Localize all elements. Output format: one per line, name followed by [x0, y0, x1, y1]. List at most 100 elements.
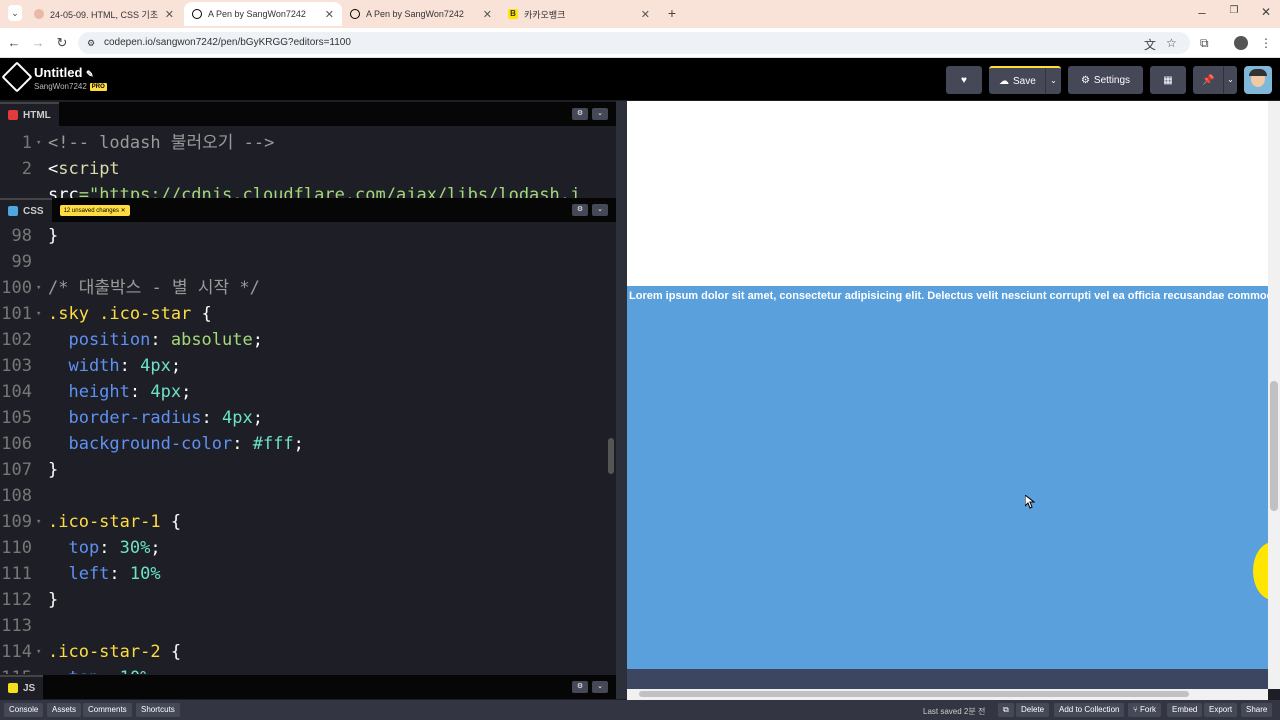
pane-resize-handle[interactable]: [616, 101, 627, 699]
unsaved-changes-badge[interactable]: 12 unsaved changes ✕: [59, 204, 130, 216]
profile-icon[interactable]: [1234, 36, 1248, 50]
pin-button[interactable]: 📌 ⌄: [1193, 66, 1237, 94]
code-line[interactable]: 106 background-color: #fff;: [0, 431, 616, 457]
heart-button[interactable]: ♥: [946, 66, 982, 94]
code-line[interactable]: 99: [0, 249, 616, 275]
tab-search-icon[interactable]: ⌄: [8, 5, 22, 21]
css-editor-scrollbar[interactable]: [608, 438, 614, 474]
code-line[interactable]: 102 position: absolute;: [0, 327, 616, 353]
preview-vertical-scrollbar[interactable]: [1268, 101, 1280, 689]
save-button[interactable]: ☁ Save ⌄: [989, 66, 1061, 94]
save-dropdown-chevron-icon[interactable]: ⌄: [1045, 68, 1061, 94]
code-token: ;: [252, 330, 263, 350]
fold-arrow-icon[interactable]: ▾: [36, 130, 48, 156]
url-input[interactable]: ⚙ codepen.io/sangwon7242/pen/bGyKRGG?edi…: [78, 32, 1190, 54]
new-tab-icon[interactable]: +: [664, 5, 680, 21]
pen-title[interactable]: Untitled ✎: [34, 65, 94, 80]
code-token: 30%: [119, 538, 151, 558]
editor-collapse-icon[interactable]: ⌄: [592, 204, 608, 216]
code-token: :: [232, 434, 253, 454]
close-icon[interactable]: ✕: [165, 8, 174, 21]
extensions-icon[interactable]: ⧉: [1200, 36, 1209, 51]
bookmark-star-icon[interactable]: ☆: [1166, 36, 1177, 50]
embed-button[interactable]: Embed: [1167, 703, 1203, 717]
editor-collapse-icon[interactable]: ⌄: [592, 108, 608, 120]
css-editor-tab[interactable]: CSS: [0, 198, 52, 222]
code-line[interactable]: 1 ▾ <!-- lodash 불러오기 -->: [0, 130, 616, 156]
close-icon[interactable]: ✕: [325, 8, 334, 21]
fold-arrow-icon[interactable]: ▾: [36, 301, 48, 327]
editor-settings-icon[interactable]: ⚙: [572, 204, 588, 216]
window-close-icon[interactable]: ✕: [1258, 5, 1274, 19]
code-line[interactable]: src="https://cdnjs.cloudflare.com/ajax/l…: [0, 182, 616, 198]
scroll-thumb[interactable]: [1270, 381, 1278, 511]
restore-icon[interactable]: ❐: [1226, 5, 1242, 16]
export-button[interactable]: Export: [1204, 703, 1238, 717]
code-token: position: [48, 330, 151, 350]
fold-arrow-icon[interactable]: ▾: [36, 509, 48, 535]
css-code-area[interactable]: 98} 99 100 ▾/* 대출박스 - 별 시작 */101 ▾ .sky .ico-…: [0, 222, 616, 674]
address-bar: ← → ↻ ⚙ codepen.io/sangwon7242/pen/bGyKR…: [0, 28, 1280, 58]
html-editor-tab[interactable]: HTML: [0, 102, 59, 126]
back-icon[interactable]: ←: [6, 35, 22, 50]
preview-pane[interactable]: Lorem ipsum dolor sit amet, consectetur …: [627, 101, 1268, 689]
js-editor-tab[interactable]: JS: [0, 675, 44, 699]
code-line[interactable]: 110 top: 30%;: [0, 535, 616, 561]
pen-owner[interactable]: SangWon7242 PRO: [34, 82, 107, 91]
code-line[interactable]: 105 border-radius: 4px;: [0, 405, 616, 431]
code-line[interactable]: 109 ▾ .ico-star-1 {: [0, 509, 616, 535]
code-line[interactable]: 104 height: 4px;: [0, 379, 616, 405]
share-button[interactable]: Share: [1241, 703, 1273, 717]
code-line[interactable]: 107}: [0, 457, 616, 483]
assets-button[interactable]: Assets: [47, 703, 82, 717]
editor-settings-icon[interactable]: ⚙: [572, 108, 588, 120]
browser-tab-4[interactable]: B 카카오뱅크 ✕: [500, 2, 658, 26]
avatar[interactable]: [1244, 66, 1272, 94]
code-line[interactable]: 103 width: 4px;: [0, 353, 616, 379]
layout-button[interactable]: ▦: [1150, 66, 1186, 94]
preview-horizontal-scrollbar[interactable]: [627, 689, 1268, 700]
code-line[interactable]: 114 ▾ .ico-star-2 {: [0, 639, 616, 665]
translate-icon[interactable]: 文: [1144, 36, 1156, 53]
line-number: 114: [1, 642, 32, 662]
minimize-icon[interactable]: –: [1194, 5, 1210, 20]
open-external-icon[interactable]: ⧉: [998, 703, 1014, 717]
codepen-logo-icon[interactable]: [1, 61, 33, 93]
code-line[interactable]: 113: [0, 613, 616, 639]
html-code-area[interactable]: 1 ▾ <!-- lodash 불러오기 --> 2 <script src="https…: [0, 126, 616, 198]
fork-button[interactable]: ⑂ Fork: [1128, 703, 1162, 717]
code-line[interactable]: 111 left: 10%: [0, 561, 616, 587]
settings-button[interactable]: ⚙ Settings: [1068, 66, 1143, 94]
code-line[interactable]: 112}: [0, 587, 616, 613]
code-line[interactable]: 108: [0, 483, 616, 509]
menu-icon[interactable]: ⋮: [1260, 36, 1272, 50]
close-icon[interactable]: ✕: [641, 8, 650, 21]
reload-icon[interactable]: ↻: [54, 35, 70, 51]
pin-dropdown-chevron-icon[interactable]: ⌄: [1223, 66, 1237, 94]
close-icon[interactable]: ✕: [483, 8, 492, 21]
browser-tab-2[interactable]: A Pen by SangWon7242 ✕: [184, 2, 342, 26]
editor-collapse-icon[interactable]: ⌄: [592, 681, 608, 693]
site-info-icon[interactable]: ⚙: [87, 32, 95, 54]
fold-arrow-icon[interactable]: ▾: [36, 275, 48, 301]
comments-button[interactable]: Comments: [83, 703, 132, 717]
console-button[interactable]: Console: [4, 703, 44, 717]
code-line[interactable]: 98}: [0, 223, 616, 249]
pencil-icon[interactable]: ✎: [86, 69, 94, 79]
add-to-collection-button[interactable]: Add to Collection: [1054, 703, 1125, 717]
code-token: ;: [181, 382, 192, 402]
code-token: {: [160, 512, 182, 532]
fold-arrow-icon[interactable]: ▾: [36, 639, 48, 665]
browser-tab-3[interactable]: A Pen by SangWon7242 ✕: [342, 2, 500, 26]
code-line[interactable]: 115 top: 10%: [0, 665, 616, 674]
code-line[interactable]: 100 ▾/* 대출박스 - 별 시작 */: [0, 275, 616, 301]
codepen-header: Untitled ✎ SangWon7242 PRO ♥ ☁ Save ⌄ ⚙ Set…: [0, 58, 1280, 100]
editor-settings-icon[interactable]: ⚙: [572, 681, 588, 693]
shortcuts-button[interactable]: Shortcuts: [136, 703, 180, 717]
forward-icon[interactable]: →: [30, 35, 46, 50]
browser-tab-1[interactable]: 24-05-09. HTML, CSS 기초 ✕: [26, 2, 182, 26]
delete-button[interactable]: Delete: [1016, 703, 1050, 717]
code-line[interactable]: 2 <script: [0, 156, 616, 182]
scroll-thumb[interactable]: [639, 691, 1189, 697]
code-line[interactable]: 101 ▾ .sky .ico-star {: [0, 301, 616, 327]
